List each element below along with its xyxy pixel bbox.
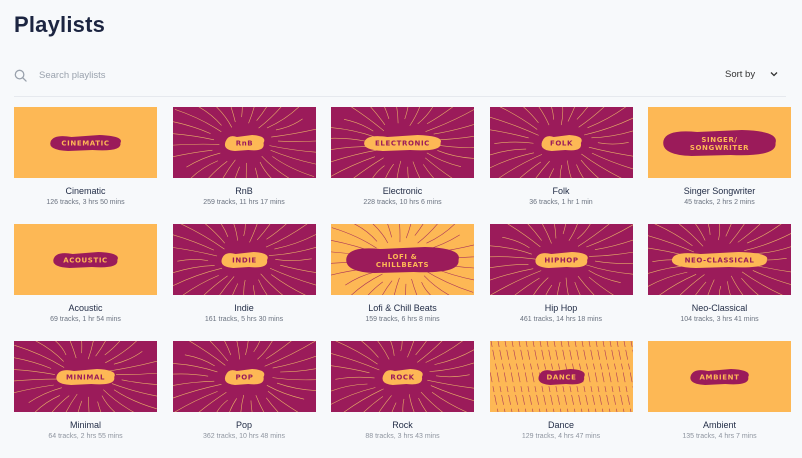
playlist-card[interactable]: AMBIENT Ambient 135 tracks, 4 hrs 7 mins [648, 341, 791, 458]
playlist-cover: LOFI & CHILLBEATS [331, 224, 474, 295]
search-input[interactable] [37, 68, 341, 82]
playlist-cover: HIPHOP [489, 224, 633, 295]
playlist-cover: RnB [172, 107, 316, 178]
cover-label: HIPHOP [544, 257, 578, 265]
playlist-cover: ACOUSTIC [14, 224, 157, 295]
playlist-name: Electronic [382, 186, 423, 196]
playlist-card[interactable]: ACOUSTIC Acoustic 69 tracks, 1 hr 54 mins [14, 224, 157, 341]
cover-label: INDIE [232, 257, 257, 265]
playlist-cover: MINIMAL [14, 341, 157, 412]
playlist-meta: 45 tracks, 2 hrs 2 mins [684, 199, 755, 206]
playlist-name: Rock [392, 420, 413, 430]
playlist-name: Acoustic [68, 303, 103, 313]
playlist-meta: 36 tracks, 1 hr 1 min [529, 199, 593, 206]
playlist-card[interactable]: INDIE Indie 161 tracks, 5 hrs 30 mins [172, 224, 316, 341]
cover-label: MINIMAL [66, 374, 105, 382]
playlist-card[interactable]: CINEMATIC Cinematic 126 tracks, 3 hrs 50 m… [14, 107, 157, 224]
playlist-name: Folk [552, 186, 570, 196]
playlist-name: RnB [235, 186, 253, 196]
cover-label: POP [235, 374, 253, 382]
playlist-meta: 104 tracks, 3 hrs 41 mins [680, 316, 759, 323]
playlist-meta: 126 tracks, 3 hrs 50 mins [46, 199, 125, 206]
playlist-name: Neo-Classical [691, 303, 748, 313]
playlist-card[interactable]: DANCE Dance 129 tracks, 4 hrs 47 mins [489, 341, 633, 458]
playlist-card[interactable]: ROCK Rock 88 tracks, 3 hrs 43 mins [331, 341, 474, 458]
chevron-down-icon [770, 72, 778, 77]
search-bar[interactable] [14, 64, 414, 86]
sort-dropdown[interactable]: Sort by [725, 66, 779, 82]
playlist-card[interactable]: FOLK Folk 36 tracks, 1 hr 1 min [489, 107, 633, 224]
playlist-meta: 88 tracks, 3 hrs 43 mins [365, 433, 440, 440]
playlist-meta: 228 tracks, 10 hrs 6 mins [363, 199, 442, 206]
playlist-cover: CINEMATIC [14, 107, 157, 178]
cover-label: ROCK [390, 374, 414, 382]
cover-label: FOLK [549, 140, 572, 148]
playlist-cover: ELECTRONIC [331, 107, 474, 178]
playlist-card[interactable]: HIPHOP Hip Hop 461 tracks, 14 hrs 18 mins [489, 224, 633, 341]
sort-label: Sort by [725, 68, 756, 80]
playlist-meta: 135 tracks, 4 hrs 7 mins [682, 433, 757, 440]
header-divider [14, 96, 786, 97]
playlist-card[interactable]: MINIMAL Minimal 64 tracks, 2 hrs 55 mins [14, 341, 157, 458]
cover-label: DANCE [546, 374, 576, 382]
playlist-name: Hip Hop [544, 303, 578, 313]
playlist-meta: 161 tracks, 5 hrs 30 mins [204, 316, 284, 323]
playlist-cover: AMBIENT [648, 341, 791, 412]
playlist-cover: ROCK [331, 341, 474, 412]
cover-label: ACOUSTIC [63, 257, 108, 265]
cover-label: CINEMATIC [61, 140, 109, 148]
playlist-cover: FOLK [489, 107, 633, 178]
page-title: Playlists [14, 12, 106, 37]
cover-label: RnB [235, 140, 253, 148]
playlist-card[interactable]: RnB RnB 259 tracks, 11 hrs 17 mins [172, 107, 316, 224]
playlist-name: Minimal [69, 420, 101, 430]
playlist-meta: 362 tracks, 10 hrs 48 mins [202, 433, 286, 440]
cover-label: AMBIENT [700, 374, 740, 382]
search-icon [14, 69, 27, 82]
playlist-name: Pop [235, 420, 252, 430]
playlist-card[interactable]: SINGER/SONGWRITER Singer Songwriter 45 tra… [648, 107, 791, 224]
cover-label: ELECTRONIC [375, 140, 430, 148]
playlist-cover: NEO-CLASSICAL [648, 224, 791, 295]
playlist-card[interactable]: ELECTRONIC Electronic 228 tracks, 10 hrs 6… [331, 107, 474, 224]
playlist-meta: 259 tracks, 11 hrs 17 mins [203, 199, 285, 206]
playlist-name: Lofi & Chill Beats [368, 303, 437, 313]
playlist-name: Indie [234, 303, 254, 313]
cover-label: NEO-CLASSICAL [685, 257, 755, 265]
playlist-cover: POP [172, 341, 316, 412]
playlist-name: Singer Songwriter [683, 186, 756, 196]
playlist-cover: SINGER/SONGWRITER [648, 107, 791, 178]
playlist-grid: CINEMATIC Cinematic 126 tracks, 3 hrs 50 m… [14, 107, 791, 458]
playlist-card[interactable]: NEO-CLASSICAL Neo-Classical 104 tracks, 3 … [648, 224, 791, 341]
playlist-cover: DANCE [489, 341, 633, 412]
playlist-name: Dance [547, 420, 574, 430]
playlist-meta: 64 tracks, 2 hrs 55 mins [48, 433, 123, 440]
playlist-name: Cinematic [65, 186, 106, 196]
playlist-card[interactable]: LOFI & CHILLBEATS Lofi & Chill Beats 159 tr… [331, 224, 474, 341]
playlist-meta: 69 tracks, 1 hr 54 mins [50, 316, 121, 323]
playlist-name: Ambient [702, 420, 737, 430]
playlist-card[interactable]: POP Pop 362 tracks, 10 hrs 48 mins [172, 341, 316, 458]
playlist-meta: 129 tracks, 4 hrs 47 mins [521, 433, 601, 440]
playlist-cover: INDIE [172, 224, 316, 295]
playlist-meta: 461 tracks, 14 hrs 18 mins [519, 316, 603, 323]
playlist-meta: 159 tracks, 6 hrs 8 mins [365, 316, 440, 323]
